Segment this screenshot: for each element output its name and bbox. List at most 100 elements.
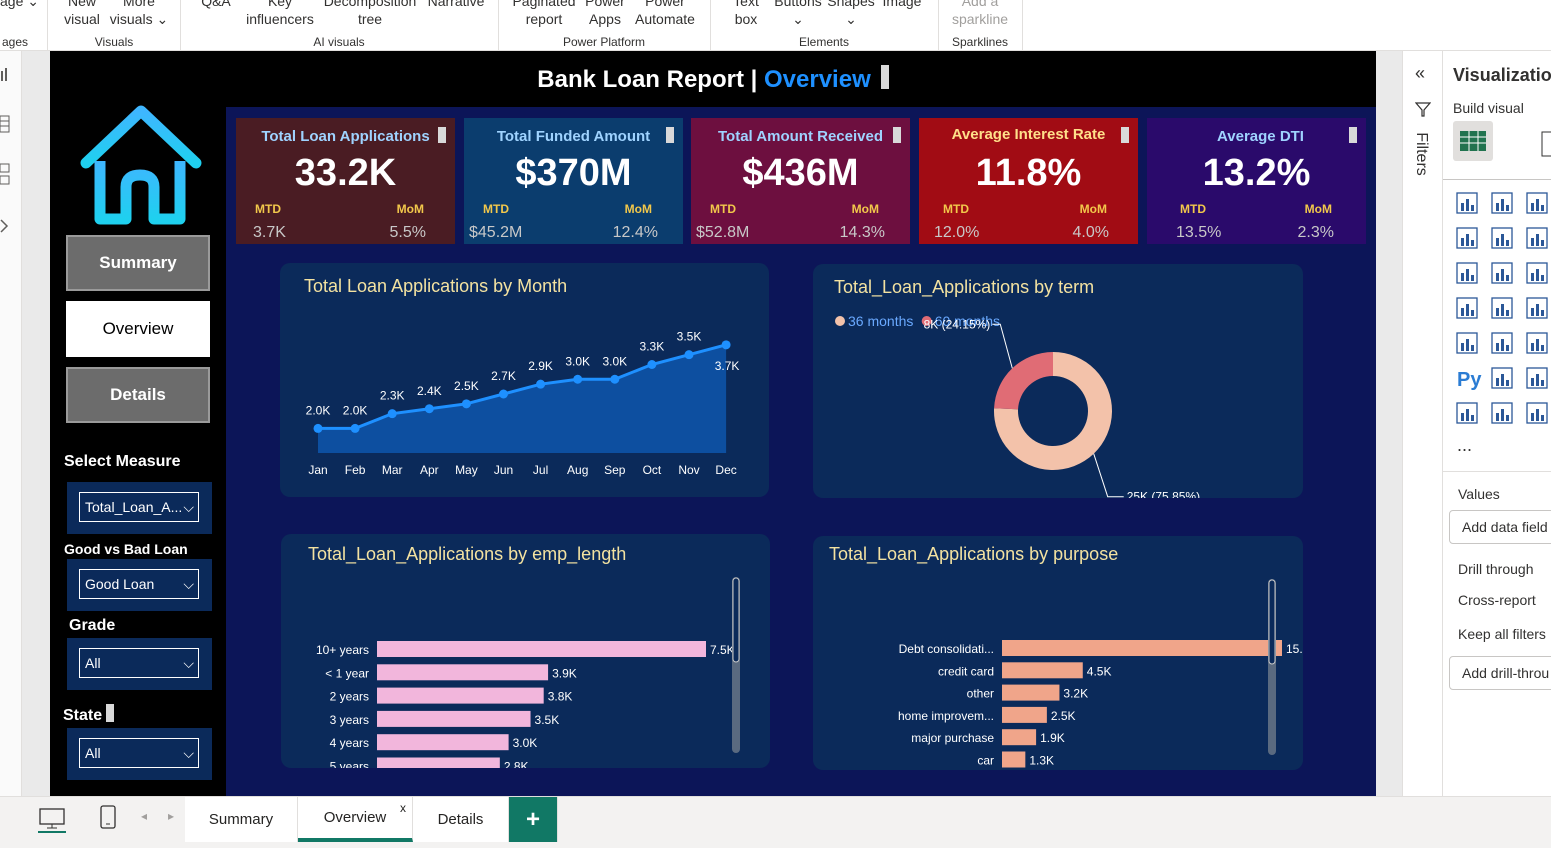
icon-bar (1461, 238, 1464, 246)
add-drill-through-well[interactable]: Add drill-throu (1449, 656, 1551, 690)
icon-bar (1461, 308, 1464, 316)
paginated-icon[interactable] (1456, 402, 1478, 424)
view-switcher-strip (0, 51, 22, 796)
stacked-bar-100-icon[interactable] (1526, 192, 1548, 214)
slice-label: 25K (75.85%) (1127, 490, 1200, 498)
kpi-card-total-amount-received[interactable]: Total Amount Received $436M MTD MoM $52.… (691, 118, 910, 244)
desktop-layout-icon[interactable] (38, 807, 66, 833)
collapse-icon[interactable]: « (1415, 63, 1425, 84)
decomposition-icon[interactable] (1526, 367, 1548, 389)
data-point (573, 374, 583, 384)
good-bad-dropdown[interactable]: Good Loan ⌵ (79, 569, 199, 599)
scroll-left-icon[interactable]: ◂ (141, 809, 147, 823)
format-visual-icon[interactable] (1541, 131, 1551, 157)
ribbon-shapes[interactable]: Shapes ⌄ (826, 0, 876, 28)
ribbon-new-page[interactable]: age ⌄ (0, 0, 39, 10)
table-view-icon[interactable] (0, 115, 10, 133)
ribbon-chart-icon[interactable] (1491, 262, 1513, 284)
kpi-card-total-loan-applications[interactable]: Total Loan Applications 33.2K MTD MoM 3.… (236, 118, 455, 244)
grade-dropdown[interactable]: All ⌵ (79, 648, 199, 678)
add-data-field-well[interactable]: Add data field (1449, 510, 1551, 544)
panel-applications-by-month[interactable]: Total Loan Applications by Month 2.0K Jan… (280, 263, 769, 497)
select-measure-dropdown[interactable]: Total_Loan_A... ⌵ (79, 492, 199, 522)
ribbon-qa[interactable]: Q&A (196, 0, 236, 10)
ribbon-paginated-report[interactable]: Paginated report (508, 0, 580, 28)
ribbon-power-apps[interactable]: Power Apps (582, 0, 628, 28)
ribbon-image[interactable]: Image (878, 0, 926, 10)
nav-summary-button[interactable]: Summary (66, 235, 210, 291)
card-icon[interactable] (1456, 332, 1478, 354)
tab-summary[interactable]: Summary (185, 797, 298, 842)
ribbon-more-visuals[interactable]: More visuals ⌄ (108, 0, 170, 28)
waterfall-icon[interactable] (1526, 262, 1548, 284)
ribbon-item-line1: New (67, 0, 96, 9)
kpi-value: $370M (515, 152, 632, 194)
icon-bar (1496, 308, 1499, 316)
kpi-card-average-interest-rate[interactable]: Average Interest Rate 11.8% MTD MoM 12.0… (919, 118, 1138, 244)
panel-applications-by-term[interactable]: Total_Loan_Applications by term 36 month… (813, 264, 1303, 498)
keep-all-filters-toggle[interactable]: Keep all filters (1458, 626, 1546, 642)
report-page: Bank Loan Report | Overview Summary Over… (50, 51, 1376, 797)
python-visual-icon[interactable]: Py (1457, 369, 1482, 391)
ribbon-decomposition-tree[interactable]: Decomposition tree (318, 0, 422, 28)
add-page-button[interactable]: + (509, 797, 558, 842)
ribbon-text-box[interactable]: Text box (724, 0, 768, 28)
ribbon-item-line1: Key (267, 0, 293, 9)
key-influencers-icon[interactable] (1491, 367, 1513, 389)
data-label: 2.9K (528, 359, 553, 373)
build-visual-button[interactable] (1453, 121, 1493, 161)
model-view-icon[interactable] (0, 163, 10, 187)
power-apps-icon[interactable] (1491, 402, 1513, 424)
treemap-icon[interactable] (1456, 297, 1478, 319)
kpi-card-average-dti[interactable]: Average DTI 13.2% MTD MoM 13.5% 2.3% (1147, 118, 1366, 244)
stacked-area-icon[interactable] (1526, 227, 1548, 249)
area-chart-icon[interactable] (1491, 227, 1513, 249)
slicer-icon[interactable] (1526, 332, 1548, 354)
clustered-column-icon[interactable] (1491, 192, 1513, 214)
state-dropdown[interactable]: All ⌵ (79, 738, 199, 768)
panel-applications-by-purpose[interactable]: Total_Loan_Applications by purpose Debt … (813, 536, 1303, 770)
value-label: 3.0K (513, 736, 538, 750)
icon-bar (1531, 308, 1534, 316)
stacked-bar-icon[interactable] (1456, 192, 1478, 214)
nav-overview-button[interactable]: Overview (66, 301, 210, 357)
visualizations-title: Visualizatio (1453, 65, 1551, 85)
ribbon-add-sparkline[interactable]: Add a sparkline (946, 0, 1014, 28)
kpi-card-total-funded-amount[interactable]: Total Funded Amount $370M MTD MoM $45.2M… (464, 118, 683, 244)
scroll-right-icon[interactable]: ▸ (168, 809, 174, 823)
ribbon-key-influencers[interactable]: Key influencers (240, 0, 320, 28)
map-icon[interactable] (1491, 297, 1513, 319)
line-column-icon[interactable] (1456, 262, 1478, 284)
dax-query-icon[interactable] (0, 217, 10, 235)
line-chart-icon[interactable] (1456, 227, 1478, 249)
build-visual-tab[interactable]: Build visual (1453, 100, 1524, 116)
narrative-icon[interactable] (1526, 402, 1548, 424)
ribbon-power-automate[interactable]: Power Automate (630, 0, 700, 28)
ribbon-narrative[interactable]: Narrative (424, 0, 488, 10)
ribbon-buttons[interactable]: Buttons ⌄ (770, 0, 826, 28)
tab-overview[interactable]: Overview x (298, 797, 413, 842)
category-label: home improvem... (898, 709, 994, 723)
report-view-icon[interactable] (0, 67, 10, 83)
slicer-label-good-bad: Good vs Bad Loan (64, 541, 188, 557)
close-icon[interactable]: x (400, 801, 406, 815)
filled-map-icon[interactable] (1526, 297, 1548, 319)
nav-details-button[interactable]: Details (66, 367, 210, 423)
ribbon-new-visual[interactable]: New visual (58, 0, 106, 28)
x-tick-label: Feb (345, 463, 366, 477)
data-label: 2.0K (343, 403, 368, 417)
panel-applications-by-emp-length[interactable]: Total_Loan_Applications by emp_length 10… (281, 534, 770, 768)
home-icon[interactable] (76, 103, 206, 228)
kpi-icon[interactable] (1491, 332, 1513, 354)
tab-details[interactable]: Details (413, 797, 509, 842)
more-visuals-icon[interactable]: ... (1457, 435, 1472, 456)
icon-bar (1531, 273, 1534, 281)
icon-bar (1506, 380, 1509, 386)
data-point (313, 423, 323, 433)
filters-label[interactable]: Filters (1413, 127, 1435, 187)
icon-bar (1471, 205, 1474, 211)
filters-pane[interactable]: « Filters (1402, 51, 1443, 796)
mobile-layout-icon[interactable] (100, 805, 116, 831)
cross-report-toggle[interactable]: Cross-report (1458, 592, 1536, 608)
icon-bar (1496, 378, 1499, 386)
